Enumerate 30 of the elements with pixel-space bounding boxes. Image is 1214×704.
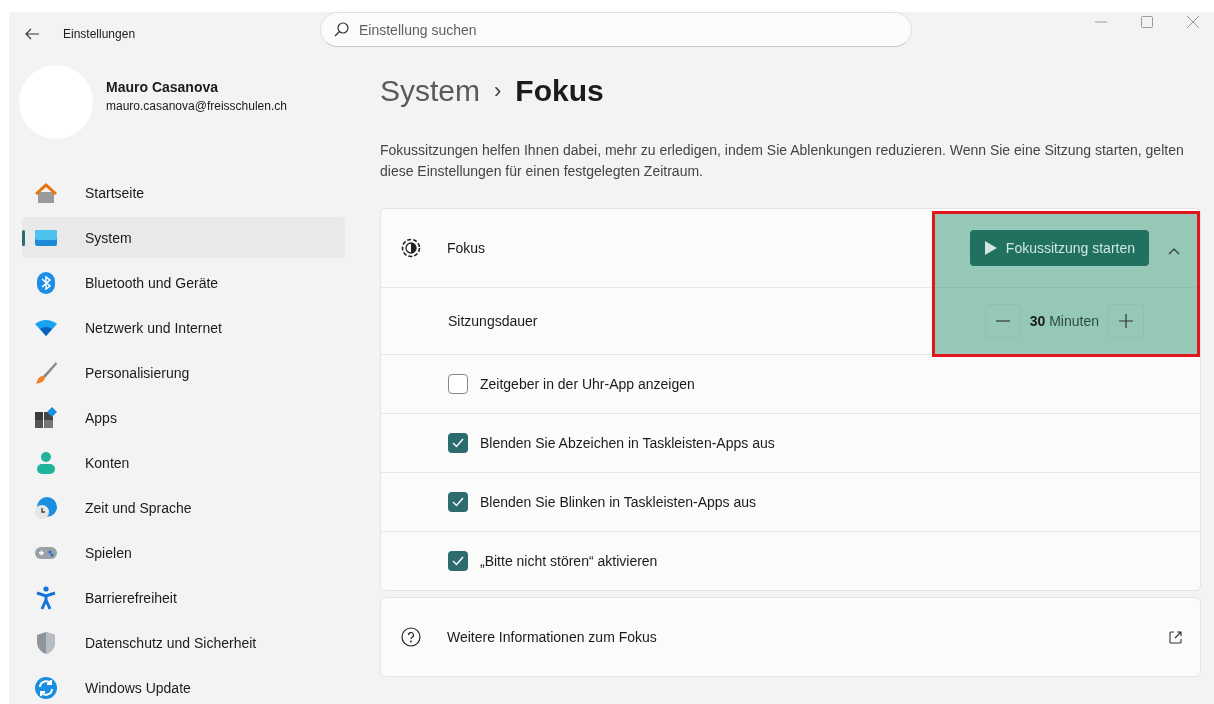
sidebar-item[interactable]: Windows Update — [22, 667, 345, 704]
sidebar-item[interactable]: Netzwerk und Internet — [22, 307, 345, 348]
sidebar-item[interactable]: Bluetooth und Geräte — [22, 262, 345, 303]
sidebar-item[interactable]: Datenschutz und Sicherheit — [22, 622, 345, 663]
user-email: mauro.casanova@freisschulen.ch — [106, 99, 287, 113]
breadcrumb-separator: › — [494, 78, 502, 104]
sidebar-item[interactable]: Apps — [22, 397, 345, 438]
start-session-button[interactable]: Fokussitzung starten — [969, 230, 1149, 266]
card-title: Fokus — [447, 240, 486, 256]
window-title: Einstellungen — [63, 27, 136, 41]
checkbox-label: Blenden Sie Abzeichen in Taskleisten-Apps aus — [480, 435, 775, 451]
sidebar-item[interactable]: Spielen — [22, 532, 345, 573]
sidebar-item[interactable]: Personalisierung — [22, 352, 345, 393]
duration-label: Sitzungsdauer — [448, 313, 538, 329]
user-name: Mauro Casanova — [106, 79, 220, 95]
search-field[interactable]: Einstellung suchen — [320, 12, 912, 47]
info-link-card[interactable]: Weitere Informationen zum Fokus — [380, 597, 1201, 677]
info-link-text: Weitere Informationen zum Fokus — [447, 629, 657, 645]
checkbox-label: Blenden Sie Blinken in Taskleisten-Apps aus — [480, 494, 757, 510]
breadcrumb-link[interactable]: System — [380, 74, 481, 108]
page-title: Fokus — [515, 74, 604, 108]
duration-value: 30 Minuten — [1029, 313, 1099, 329]
sidebar-item[interactable]: Zeit und Sprache — [22, 487, 345, 528]
sidebar-item[interactable]: Konten — [22, 442, 345, 483]
page-description: Fokussitzungen helfen Ihnen dabei, mehr zu erledigen, indem Sie Ablenkungen reduzieren. Wenn Sie eine Sitzung starten, gelten diese Einstellungen für einen festgelegten Zeitraum. — [380, 141, 1185, 181]
sidebar-item[interactable]: Barrierefreiheit — [22, 577, 345, 618]
checkbox-label: „Bitte nicht stören“ aktivieren — [480, 553, 658, 569]
checkbox-label: Zeitgeber in der Uhr-App anzeigen — [480, 376, 695, 392]
sidebar-item[interactable]: Startseite — [22, 172, 345, 213]
sidebar-item[interactable]: System — [22, 217, 345, 258]
